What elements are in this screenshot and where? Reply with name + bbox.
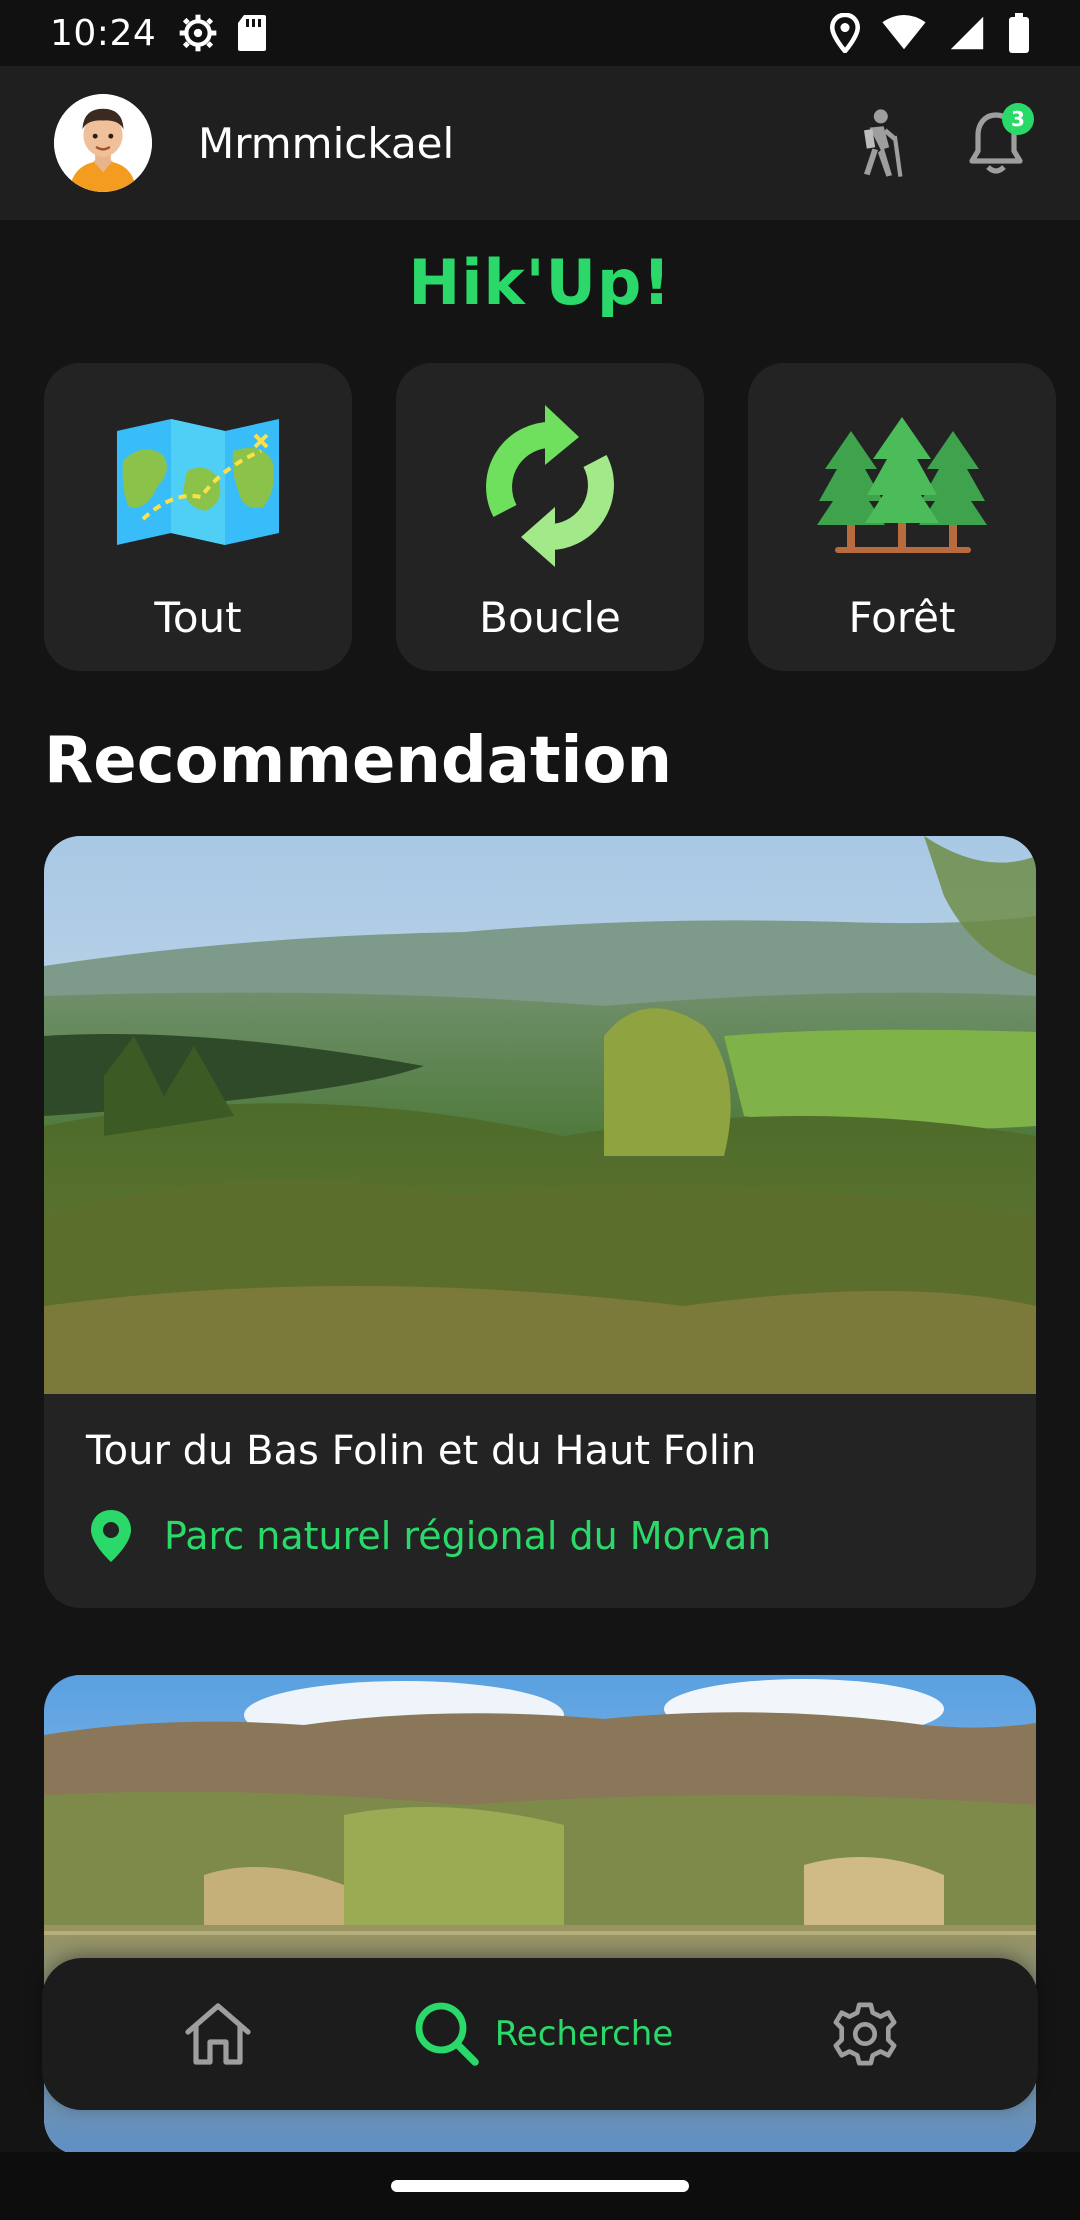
- recommendation-info: Tour du Bas Folin et du Haut Folin Parc …: [44, 1394, 1036, 1564]
- hiker-icon[interactable]: [850, 108, 906, 178]
- wifi-icon: [882, 15, 926, 50]
- category-label: Tout: [154, 593, 242, 642]
- app-header: Mrmmickael 3: [0, 66, 1080, 220]
- search-icon: [415, 2002, 479, 2066]
- trail-photo: [44, 836, 1036, 1394]
- status-bar: 10:24: [0, 0, 1080, 66]
- brand-title: Hik'Up!: [408, 246, 672, 319]
- nav-search[interactable]: Recherche: [413, 2000, 674, 2068]
- app-screen: 10:24 Mrmmickael 3 Hik'Up! Tout Boucle F…: [0, 0, 1080, 2220]
- avatar-illustration: [54, 94, 152, 192]
- category-label: Boucle: [479, 593, 621, 642]
- notification-badge: 3: [1002, 103, 1034, 135]
- section-title: Recommendation: [44, 724, 672, 798]
- trail-location: Parc naturel régional du Morvan: [86, 1508, 994, 1564]
- nav-home[interactable]: [182, 1999, 254, 2069]
- avatar[interactable]: [54, 94, 152, 192]
- username: Mrmmickael: [198, 118, 455, 168]
- battery-icon: [1009, 13, 1029, 53]
- header-actions: 3: [850, 103, 1034, 178]
- nav-search-label: Recherche: [494, 2014, 674, 2054]
- category-list: Tout Boucle Forêt: [44, 363, 1056, 671]
- settings-icon: [833, 2002, 897, 2066]
- category-card-boucle[interactable]: Boucle: [396, 363, 704, 671]
- category-card-foret[interactable]: Forêt: [748, 363, 1056, 671]
- status-right-icons: [830, 13, 1030, 53]
- treasure-map-icon: [117, 419, 279, 545]
- trail-location-text: Parc naturel régional du Morvan: [164, 1514, 772, 1558]
- map-pin-icon: [91, 1510, 131, 1562]
- category-label: Forêt: [848, 593, 956, 642]
- bottom-navigation: Recherche: [42, 1958, 1038, 2110]
- signal-icon: [950, 16, 984, 50]
- home-icon: [184, 2003, 251, 2065]
- nav-settings[interactable]: [832, 2001, 898, 2067]
- loop-arrows-icon: [486, 405, 614, 567]
- location-icon: [830, 13, 860, 53]
- system-navigation-bar: [0, 2152, 1080, 2220]
- status-left-icons: [178, 13, 268, 53]
- trail-title: Tour du Bas Folin et du Haut Folin: [86, 1428, 757, 1474]
- sd-card-icon: [238, 15, 267, 51]
- settings-gear-icon: [179, 14, 217, 52]
- status-time: 10:24: [50, 12, 157, 54]
- notifications-button[interactable]: 3: [966, 103, 1034, 177]
- home-gesture-handle[interactable]: [391, 2180, 689, 2192]
- category-card-tout[interactable]: Tout: [44, 363, 352, 671]
- forest-trees-icon: [817, 417, 987, 553]
- recommendation-card[interactable]: Tour du Bas Folin et du Haut Folin Parc …: [44, 836, 1036, 1608]
